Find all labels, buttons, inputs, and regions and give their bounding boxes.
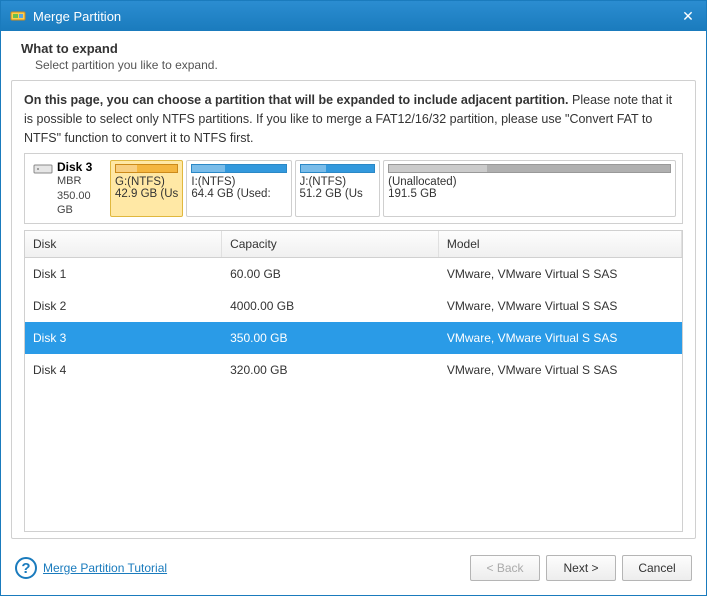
disk-table: Disk Capacity Model Disk 160.00 GBVMware… <box>24 230 683 532</box>
app-icon <box>9 7 27 25</box>
help-icon[interactable]: ? <box>15 557 37 579</box>
table-row[interactable]: Disk 3350.00 GBVMware, VMware Virtual S … <box>25 322 682 354</box>
cell-capacity: 350.00 GB <box>222 322 439 354</box>
partition-size: 42.9 GB (Us <box>115 188 178 200</box>
cell-model: VMware, VMware Virtual S SAS <box>439 322 682 354</box>
partition-J[interactable]: J:(NTFS)51.2 GB (Us <box>295 160 381 217</box>
col-model[interactable]: Model <box>439 231 682 257</box>
cell-model: VMware, VMware Virtual S SAS <box>439 354 682 386</box>
table-header: Disk Capacity Model <box>25 231 682 258</box>
close-icon[interactable]: ✕ <box>678 6 698 26</box>
diskmap-size: 350.00 GB <box>57 189 106 218</box>
cell-model: VMware, VMware Virtual S SAS <box>439 290 682 322</box>
cell-capacity: 60.00 GB <box>222 258 439 290</box>
partition-I[interactable]: I:(NTFS)64.4 GB (Used: <box>186 160 291 217</box>
cell-disk: Disk 1 <box>25 258 222 290</box>
disk-icon <box>33 162 53 179</box>
merge-partition-window: Merge Partition ✕ What to expand Select … <box>0 0 707 596</box>
table-body: Disk 160.00 GBVMware, VMware Virtual S S… <box>25 258 682 531</box>
header-subtitle: Select partition you like to expand. <box>35 58 686 72</box>
description-bold: On this page, you can choose a partition… <box>24 93 569 107</box>
wizard-header: What to expand Select partition you like… <box>1 31 706 80</box>
partition-U[interactable]: (Unallocated)191.5 GB <box>383 160 676 217</box>
partition-bar <box>388 164 671 173</box>
partition-label: G:(NTFS) <box>115 176 178 188</box>
content-panel: On this page, you can choose a partition… <box>11 80 696 539</box>
partition-bar <box>191 164 286 173</box>
partition-container: G:(NTFS)42.9 GB (UsI:(NTFS)64.4 GB (Used… <box>110 160 676 217</box>
titlebar: Merge Partition ✕ <box>1 1 706 31</box>
cancel-button[interactable]: Cancel <box>622 555 692 581</box>
partition-size: 64.4 GB (Used: <box>191 188 286 200</box>
col-disk[interactable]: Disk <box>25 231 222 257</box>
disk-map: Disk 3 MBR 350.00 GB G:(NTFS)42.9 GB (Us… <box>24 153 683 224</box>
cell-capacity: 4000.00 GB <box>222 290 439 322</box>
tutorial-link[interactable]: Merge Partition Tutorial <box>43 561 167 575</box>
cell-disk: Disk 3 <box>25 322 222 354</box>
partition-bar <box>115 164 178 173</box>
back-button[interactable]: < Back <box>470 555 540 581</box>
partition-bar <box>300 164 376 173</box>
description-text: On this page, you can choose a partition… <box>24 91 683 147</box>
footer: ? Merge Partition Tutorial < Back Next >… <box>1 545 706 595</box>
partition-label: J:(NTFS) <box>300 176 376 188</box>
partition-label: I:(NTFS) <box>191 176 286 188</box>
header-title: What to expand <box>21 41 686 56</box>
disk-map-info: Disk 3 MBR 350.00 GB <box>31 160 106 217</box>
next-button[interactable]: Next > <box>546 555 616 581</box>
table-row[interactable]: Disk 24000.00 GBVMware, VMware Virtual S… <box>25 290 682 322</box>
cell-disk: Disk 2 <box>25 290 222 322</box>
table-row[interactable]: Disk 160.00 GBVMware, VMware Virtual S S… <box>25 258 682 290</box>
window-title: Merge Partition <box>33 9 678 24</box>
col-capacity[interactable]: Capacity <box>222 231 439 257</box>
diskmap-scheme: MBR <box>57 174 106 188</box>
partition-label: (Unallocated) <box>388 176 671 188</box>
table-row[interactable]: Disk 4320.00 GBVMware, VMware Virtual S … <box>25 354 682 386</box>
partition-size: 51.2 GB (Us <box>300 188 376 200</box>
partition-G[interactable]: G:(NTFS)42.9 GB (Us <box>110 160 183 217</box>
cell-model: VMware, VMware Virtual S SAS <box>439 258 682 290</box>
diskmap-disk-name: Disk 3 <box>57 160 106 174</box>
partition-size: 191.5 GB <box>388 188 671 200</box>
cell-disk: Disk 4 <box>25 354 222 386</box>
cell-capacity: 320.00 GB <box>222 354 439 386</box>
